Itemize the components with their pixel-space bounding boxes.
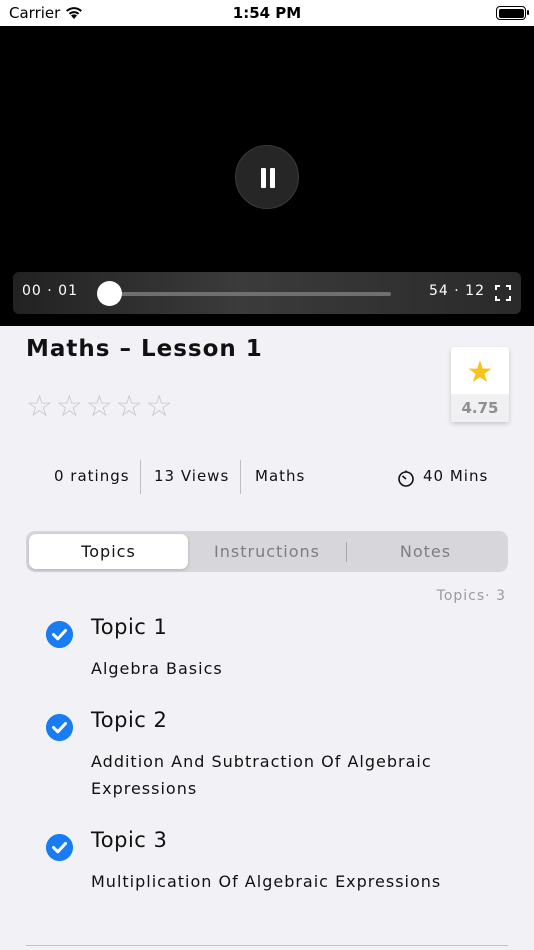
subject-label: Maths bbox=[255, 467, 306, 485]
star-outline-icon[interactable]: ☆ bbox=[146, 391, 173, 423]
seek-thumb[interactable] bbox=[97, 281, 122, 306]
duration-label: 40 Mins bbox=[423, 467, 489, 485]
checkmark-icon bbox=[46, 714, 73, 741]
stats-divider bbox=[140, 460, 141, 494]
star-outline-icon[interactable]: ☆ bbox=[56, 391, 83, 423]
battery-icon bbox=[496, 6, 529, 20]
star-icon: ★ bbox=[466, 355, 494, 390]
star-outline-icon[interactable]: ☆ bbox=[116, 391, 143, 423]
timer-icon bbox=[398, 470, 414, 487]
stats-divider bbox=[240, 460, 241, 494]
views-count: 13 Views bbox=[154, 467, 230, 485]
topic-description: Algebra Basics bbox=[91, 659, 223, 678]
lesson-title: Maths – Lesson 1 bbox=[26, 336, 263, 362]
playback-controls: 00 · 01 54 · 12 bbox=[13, 272, 521, 314]
topics-count: Topics· 3 bbox=[436, 588, 506, 604]
ratings-count: 0 ratings bbox=[54, 467, 130, 485]
topic-description: Addition And Subtraction Of Algebraic Ex… bbox=[91, 752, 432, 798]
tab-topics[interactable]: Topics bbox=[29, 534, 188, 569]
total-duration: 54 · 12 bbox=[429, 283, 485, 299]
topic-title: Topic 1 bbox=[91, 615, 168, 639]
tab-notes[interactable]: Notes bbox=[346, 531, 505, 572]
fullscreen-icon[interactable] bbox=[495, 285, 511, 301]
current-time: 00 · 01 bbox=[22, 283, 78, 299]
pause-button[interactable] bbox=[235, 145, 299, 209]
average-rating-card: ★ 4.75 bbox=[451, 347, 509, 422]
clock-time: 1:54 PM bbox=[232, 4, 302, 22]
pause-icon bbox=[261, 168, 266, 188]
video-player[interactable]: 00 · 01 54 · 12 bbox=[0, 26, 534, 326]
topic-title: Topic 3 bbox=[91, 828, 168, 852]
divider bbox=[26, 945, 508, 946]
star-outline-icon[interactable]: ☆ bbox=[86, 391, 113, 423]
lesson-tabs: Topics Instructions Notes bbox=[26, 531, 508, 572]
average-rating-value: 4.75 bbox=[451, 394, 509, 422]
checkmark-icon bbox=[46, 621, 73, 648]
topic-title: Topic 2 bbox=[91, 708, 168, 732]
tab-instructions[interactable]: Instructions bbox=[188, 531, 346, 572]
status-bar: Carrier 1:54 PM bbox=[0, 0, 534, 26]
lesson-stats: 0 ratings 13 Views Maths 40 Mins bbox=[0, 460, 534, 494]
checkmark-icon bbox=[46, 834, 73, 861]
star-outline-icon[interactable]: ☆ bbox=[26, 391, 53, 423]
topic-description: Multiplication Of Algebraic Expressions bbox=[91, 872, 442, 891]
user-rating-stars[interactable]: ☆ ☆ ☆ ☆ ☆ bbox=[26, 391, 173, 423]
seek-track[interactable] bbox=[109, 292, 391, 296]
